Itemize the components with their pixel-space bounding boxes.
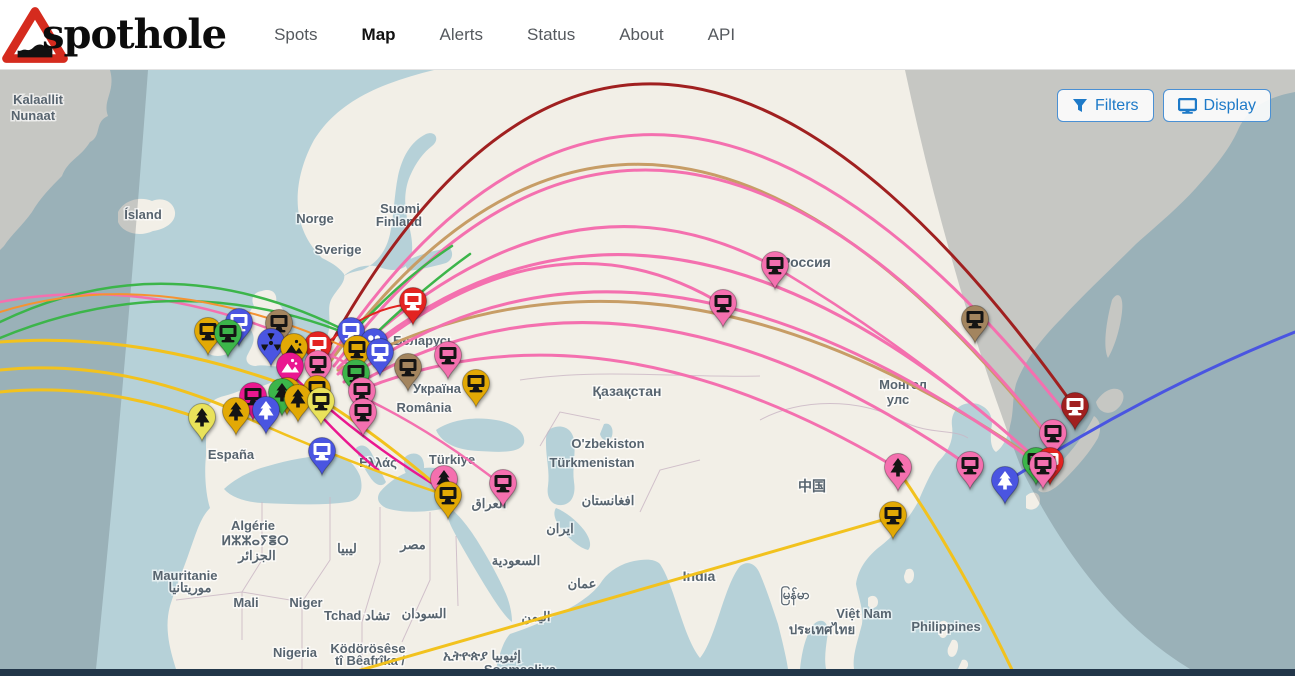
map-label: España xyxy=(208,447,255,462)
map-label: موريتانيا xyxy=(169,580,212,596)
map-canvas: KalaallitNunaatÍslandNorgeSverigeSuomiFi… xyxy=(0,70,1295,669)
map-label: ايران xyxy=(546,521,574,537)
map-label: Türkmenistan xyxy=(549,455,634,470)
nav-item-spots[interactable]: Spots xyxy=(274,25,317,45)
map-label: Niger xyxy=(289,595,322,610)
footer-bar xyxy=(0,669,1295,676)
map-label: улс xyxy=(887,392,909,407)
display-icon xyxy=(1178,98,1197,114)
map-label: Norge xyxy=(296,211,334,226)
map-label: 中国 xyxy=(798,478,826,494)
map-label: مصر xyxy=(399,537,425,553)
map-label: Việt Nam xyxy=(836,606,891,621)
app-logo[interactable]: spothole xyxy=(2,4,226,66)
map-label: Nunaat xyxy=(11,108,56,123)
map-label: الجزائر xyxy=(237,548,276,564)
map-label: Philippines xyxy=(911,619,980,634)
world-map[interactable]: KalaallitNunaatÍslandNorgeSverigeSuomiFi… xyxy=(0,70,1295,669)
map-label: Algérie xyxy=(231,518,275,533)
brand-wordmark: spothole xyxy=(42,11,226,58)
map-label: Kalaallit xyxy=(13,92,64,107)
map-label: افغانستان xyxy=(582,493,635,508)
display-button[interactable]: Display xyxy=(1163,89,1271,122)
map-label: ليبيا xyxy=(337,541,357,556)
map-label: Mali xyxy=(233,595,258,610)
filters-button[interactable]: Filters xyxy=(1057,89,1154,122)
filter-icon xyxy=(1072,98,1088,113)
map-controls: Filters Display xyxy=(1057,89,1271,122)
main-nav: Spots Map Alerts Status About API xyxy=(274,25,735,45)
map-label: Ísland xyxy=(124,207,162,222)
nav-item-about[interactable]: About xyxy=(619,25,663,45)
map-label: Nigeria xyxy=(273,645,318,660)
map-label: Қазақстан xyxy=(593,383,662,399)
map-label: Sverige xyxy=(315,242,362,257)
map-label: România xyxy=(397,400,453,415)
map-label: عمان xyxy=(568,576,597,591)
map-label: O'zbekiston xyxy=(571,436,644,451)
map-label: ⵍⵣⵣⴰⵢⴻⵔ xyxy=(221,533,289,548)
map-label: ประเทศไทย xyxy=(789,621,855,637)
map-label: Україна xyxy=(413,381,462,396)
map-label: Tchad تشاد xyxy=(324,608,390,623)
nav-item-status[interactable]: Status xyxy=(527,25,575,45)
map-label: Soomaaliya xyxy=(484,662,557,669)
header: spothole Spots Map Alerts Status About API xyxy=(0,0,1295,70)
map-label: السودان xyxy=(402,606,447,622)
nav-item-alerts[interactable]: Alerts xyxy=(440,25,483,45)
nav-item-api[interactable]: API xyxy=(708,25,735,45)
nav-item-map[interactable]: Map xyxy=(362,25,396,45)
map-label: السعودية xyxy=(492,553,541,569)
